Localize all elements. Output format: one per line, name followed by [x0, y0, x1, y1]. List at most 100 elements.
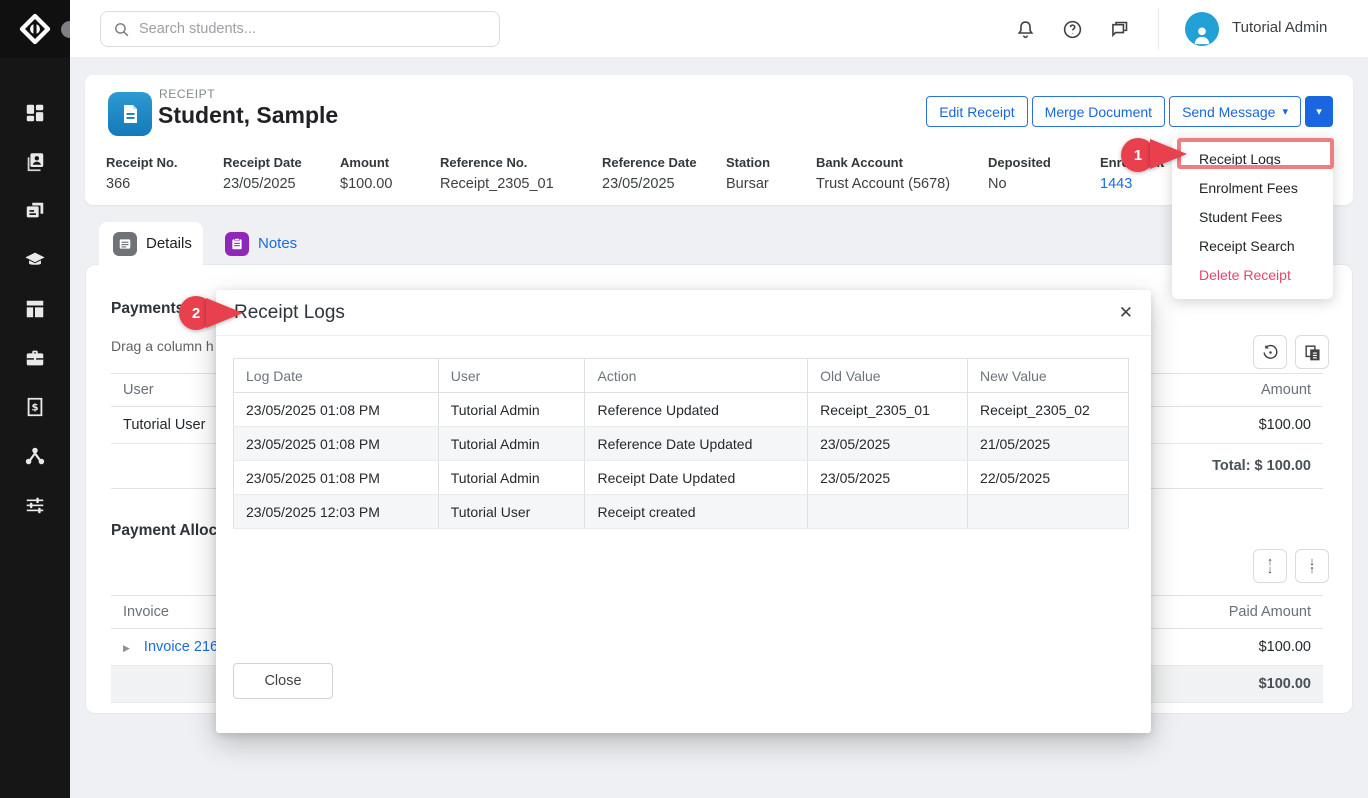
briefcase-icon [24, 347, 46, 369]
table-cell: 23/05/2025 12:03 PM [234, 495, 439, 529]
notifications-button[interactable] [1008, 12, 1042, 46]
sidebar-item-classes[interactable] [0, 284, 70, 333]
column-header[interactable]: Action [585, 359, 808, 393]
allocations-heading: Payment Alloc [111, 522, 217, 540]
sidebar-item-network[interactable] [0, 431, 70, 480]
invoice-link[interactable]: Invoice 2167 [144, 639, 226, 655]
table-cell: 23/05/2025 [808, 427, 968, 461]
modal-header: Receipt Logs ✕ [216, 290, 1151, 336]
column-paid-amount[interactable]: Paid Amount [1229, 604, 1311, 620]
user-name[interactable]: Tutorial Admin [1232, 19, 1327, 36]
tab-details-label: Details [146, 235, 192, 252]
collapse-icon: ↓↑ [1309, 558, 1315, 574]
table-cell: Tutorial Admin [438, 427, 585, 461]
more-actions-button[interactable]: ▾ [1305, 96, 1333, 127]
brand-logo-icon [18, 12, 52, 46]
menu-item-enrolment-fees[interactable]: Enrolment Fees [1172, 174, 1333, 203]
column-header[interactable]: Old Value [808, 359, 968, 393]
payment-amount: $100.00 [1259, 417, 1311, 433]
send-message-button[interactable]: Send Message▾ [1169, 96, 1301, 127]
table-cell: 21/05/2025 [968, 427, 1129, 461]
sidebar-item-fees[interactable]: $ [0, 382, 70, 431]
svg-text:$: $ [31, 402, 38, 413]
graduation-cap-icon [24, 249, 46, 271]
column-header[interactable]: User [438, 359, 585, 393]
column-header[interactable]: New Value [968, 359, 1129, 393]
tab-notes-label: Notes [258, 235, 297, 252]
receipt-logs-table: Log DateUserActionOld ValueNew Value 23/… [233, 358, 1129, 529]
table-cell: 22/05/2025 [968, 461, 1129, 495]
table-cell: 23/05/2025 01:08 PM [234, 427, 439, 461]
menu-item-delete-receipt[interactable]: Delete Receipt [1172, 261, 1333, 290]
page-title: Student, Sample [158, 102, 338, 129]
search-input[interactable] [139, 21, 487, 37]
close-icon[interactable]: ✕ [1119, 303, 1133, 323]
column-header[interactable]: Log Date [234, 359, 439, 393]
payments-total: Total: $ 100.00 [1212, 458, 1311, 474]
sidebar-item-business[interactable] [0, 333, 70, 382]
receipt-type-label: RECEIPT [159, 87, 215, 101]
column-invoice[interactable]: Invoice [123, 604, 169, 620]
field-deposited: DepositedNo [988, 155, 1051, 192]
student-search[interactable] [100, 11, 500, 47]
tune-icon [24, 494, 46, 516]
table-cell: Reference Updated [585, 393, 808, 427]
refresh-history-button[interactable] [1253, 335, 1287, 369]
table-cell: Reference Date Updated [585, 427, 808, 461]
expand-icon: ↑↓ [1267, 558, 1273, 574]
layout-icon [24, 298, 46, 320]
send-message-dropdown: Receipt Logs Enrolment Fees Student Fees… [1172, 138, 1333, 299]
sidebar-item-dashboard[interactable] [0, 88, 70, 137]
chevron-right-icon[interactable]: ▶ [123, 643, 130, 653]
header-actions: Edit Receipt Merge Document Send Message… [926, 96, 1333, 127]
chat-icon [1109, 19, 1130, 40]
sidebar-item-students[interactable] [0, 137, 70, 186]
edit-receipt-button[interactable]: Edit Receipt [926, 96, 1027, 127]
help-button[interactable] [1055, 12, 1089, 46]
table-row: 23/05/2025 01:08 PMTutorial AdminReceipt… [234, 461, 1129, 495]
table-cell: 23/05/2025 01:08 PM [234, 393, 439, 427]
chat-button[interactable] [1102, 12, 1136, 46]
copy-report-icon [1303, 343, 1322, 362]
table-cell: Receipt created [585, 495, 808, 529]
sidebar-item-documents[interactable] [0, 186, 70, 235]
dollar-banner-icon: $ [24, 396, 46, 418]
caret-down-icon: ▾ [1316, 106, 1322, 118]
collapse-rows-button[interactable]: ↓↑ [1295, 549, 1329, 583]
field-reference-date: Reference Date23/05/2025 [602, 155, 697, 192]
table-cell: Tutorial Admin [438, 393, 585, 427]
expand-rows-button[interactable]: ↑↓ [1253, 549, 1287, 583]
hierarchy-icon [24, 445, 46, 467]
field-amount: Amount$100.00 [340, 155, 392, 192]
table-cell: Tutorial Admin [438, 461, 585, 495]
close-button[interactable]: Close [233, 663, 333, 699]
export-copy-button[interactable] [1295, 335, 1329, 369]
table-cell: 23/05/2025 [808, 461, 968, 495]
menu-item-receipt-logs[interactable]: Receipt Logs [1172, 145, 1333, 174]
sidebar-item-settings[interactable] [0, 480, 70, 529]
table-cell [808, 495, 968, 529]
table-row: 23/05/2025 12:03 PMTutorial UserReceipt … [234, 495, 1129, 529]
merge-document-button[interactable]: Merge Document [1032, 96, 1165, 127]
payment-user: Tutorial User [123, 417, 205, 433]
tab-notes[interactable]: Notes [211, 222, 297, 265]
dashboard-icon [24, 102, 46, 124]
column-user[interactable]: User [123, 382, 154, 398]
caret-down-icon: ▾ [1282, 105, 1288, 118]
column-amount[interactable]: Amount [1261, 382, 1311, 398]
table-cell: 23/05/2025 01:08 PM [234, 461, 439, 495]
user-avatar[interactable] [1185, 12, 1219, 46]
app-logo[interactable] [0, 0, 70, 58]
menu-item-student-fees[interactable]: Student Fees [1172, 203, 1333, 232]
student-card-icon [24, 151, 46, 173]
sidebar-item-education[interactable] [0, 235, 70, 284]
paid-amount: $100.00 [1259, 639, 1311, 655]
field-reference-no: Reference No.Receipt_2305_01 [440, 155, 554, 192]
menu-item-receipt-search[interactable]: Receipt Search [1172, 232, 1333, 261]
enrolment-link[interactable]: 1443 [1100, 176, 1164, 192]
topbar-divider [1158, 8, 1159, 50]
person-icon [1191, 24, 1213, 46]
field-bank-account: Bank AccountTrust Account (5678) [816, 155, 950, 192]
tab-details[interactable]: Details [99, 222, 203, 265]
sidebar-collapse-handle[interactable] [61, 21, 70, 38]
